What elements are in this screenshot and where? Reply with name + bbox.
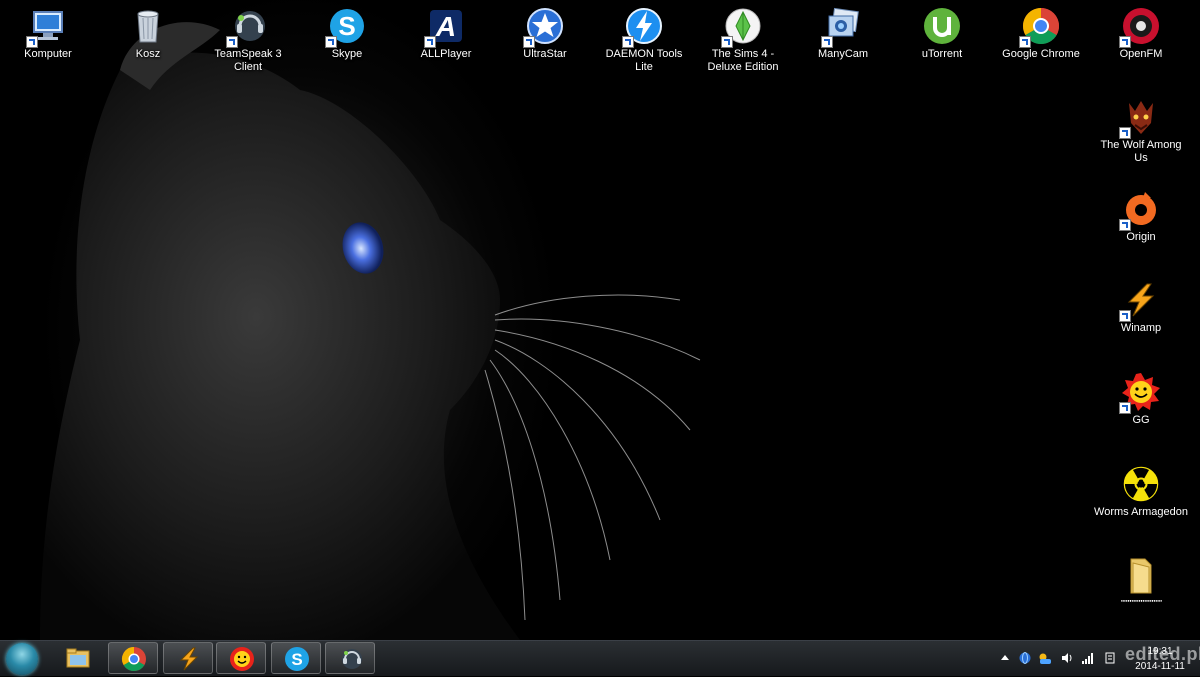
svg-text:S: S	[338, 11, 355, 41]
taskbar: S 19:31 2014-11-11	[0, 640, 1200, 676]
desktop-icon-skype[interactable]: S Skype	[297, 6, 397, 61]
show-hidden-icons-icon[interactable]	[998, 651, 1012, 665]
start-button[interactable]	[6, 643, 38, 675]
desktop-icon-label: Worms Armagedon	[1094, 506, 1188, 518]
desktop-icon-openfm[interactable]: OpenFM	[1091, 6, 1191, 61]
desktop-icon-label: Skype	[331, 48, 363, 60]
watermark-text: edited.pl	[1125, 644, 1200, 664]
desktop-icon-label: Winamp	[1120, 322, 1162, 334]
desktop-icon-label: TeamSpeak 3 Client	[214, 48, 282, 73]
shortcut-arrow-icon	[1119, 310, 1131, 322]
svg-text:S: S	[291, 650, 302, 669]
shortcut-arrow-icon	[1119, 219, 1131, 231]
shortcut-arrow-icon	[1119, 36, 1131, 48]
desktop-wallpaper	[0, 0, 1200, 640]
shortcut-arrow-icon	[821, 36, 833, 48]
cat-silhouette	[40, 22, 701, 640]
taskbar-gg[interactable]	[216, 642, 266, 674]
desktop-icon-manycam[interactable]: ManyCam	[793, 6, 893, 61]
shortcut-arrow-icon	[1119, 127, 1131, 139]
desktop-icon-label: ALLPlayer	[420, 48, 472, 60]
desktop-icon-folder[interactable]: """"""""""""""""""""""	[1091, 555, 1191, 610]
weather-icon[interactable]	[1038, 651, 1052, 665]
desktop-icon-google-chrome[interactable]: Google Chrome	[991, 6, 1091, 61]
desktop-icon-label: uTorrent	[921, 48, 963, 60]
network-globe-icon[interactable]	[1018, 651, 1032, 665]
shortcut-arrow-icon	[523, 36, 535, 48]
desktop-icon-sims[interactable]: The Sims 4 - Deluxe Edition	[693, 6, 793, 74]
desktop-icon-wolf-among-us[interactable]: The Wolf Among Us	[1091, 97, 1191, 165]
folder-icon	[1130, 558, 1152, 594]
winamp-icon	[179, 647, 199, 671]
desktop-icon-origin[interactable]: Origin	[1091, 189, 1191, 244]
shortcut-arrow-icon	[1019, 36, 1031, 48]
desktop-icon-label: Komputer	[24, 48, 72, 60]
shortcut-arrow-icon	[226, 36, 238, 48]
skype-icon: S	[285, 647, 309, 671]
desktop-icon-kosz[interactable]: Kosz	[98, 6, 198, 61]
taskbar-file-explorer[interactable]	[53, 642, 103, 674]
desktop-icon-allplayer[interactable]: A ALLPlayer	[396, 6, 496, 61]
desktop-icon-ultrastar[interactable]: UltraStar	[495, 6, 595, 61]
teamspeak-icon	[342, 649, 362, 669]
svg-text:A: A	[435, 11, 456, 42]
gg-icon	[230, 647, 254, 671]
desktop-icon-label: Kosz	[135, 48, 161, 60]
taskbar-winamp[interactable]	[163, 642, 213, 674]
desktop-icon-komputer[interactable]: Komputer	[0, 6, 98, 61]
desktop-icon-label: OpenFM	[1119, 48, 1163, 60]
shortcut-arrow-icon	[325, 36, 337, 48]
signal-strength-icon[interactable]	[1081, 651, 1095, 665]
radiation-icon	[1122, 465, 1160, 503]
desktop-icon-label: """"""""""""""""""""""	[1120, 599, 1162, 608]
shortcut-arrow-icon	[721, 36, 733, 48]
desktop-icon-label: UltraStar	[523, 48, 567, 60]
desktop-icon-label: Origin	[1126, 231, 1156, 243]
taskbar-skype[interactable]: S	[271, 642, 321, 674]
desktop-icon-label: Google Chrome	[1002, 48, 1080, 60]
recycle-bin-icon	[137, 10, 159, 43]
desktop-icon-utorrent[interactable]: uTorrent	[892, 6, 992, 61]
desktop-icon-label: DAEMON Tools Lite	[605, 48, 683, 73]
action-center-icon[interactable]	[1103, 651, 1117, 665]
desktop-icon-daemon-tools[interactable]: DAEMON Tools Lite	[594, 6, 694, 74]
desktop-icon-label: The Wolf Among Us	[1100, 139, 1182, 164]
desktop-icon-worms-armagedon[interactable]: Worms Armagedon	[1091, 464, 1191, 519]
desktop-icon-label: GG	[1132, 414, 1150, 426]
file-explorer-icon	[66, 648, 90, 668]
shortcut-arrow-icon	[424, 36, 436, 48]
desktop-icon-label: The Sims 4 - Deluxe Edition	[707, 48, 779, 73]
shortcut-arrow-icon	[622, 36, 634, 48]
taskbar-teamspeak[interactable]	[325, 642, 375, 674]
shortcut-arrow-icon	[1119, 402, 1131, 414]
utorrent-icon	[924, 8, 960, 44]
taskbar-chrome[interactable]	[108, 642, 158, 674]
volume-icon[interactable]	[1060, 651, 1074, 665]
desktop-icon-label: ManyCam	[817, 48, 869, 60]
desktop-icon-gg[interactable]: GG	[1091, 372, 1191, 427]
shortcut-arrow-icon	[26, 36, 38, 48]
desktop-icon-winamp[interactable]: Winamp	[1091, 280, 1191, 335]
chrome-icon	[121, 647, 146, 672]
desktop-icon-teamspeak[interactable]: TeamSpeak 3 Client	[198, 6, 298, 74]
